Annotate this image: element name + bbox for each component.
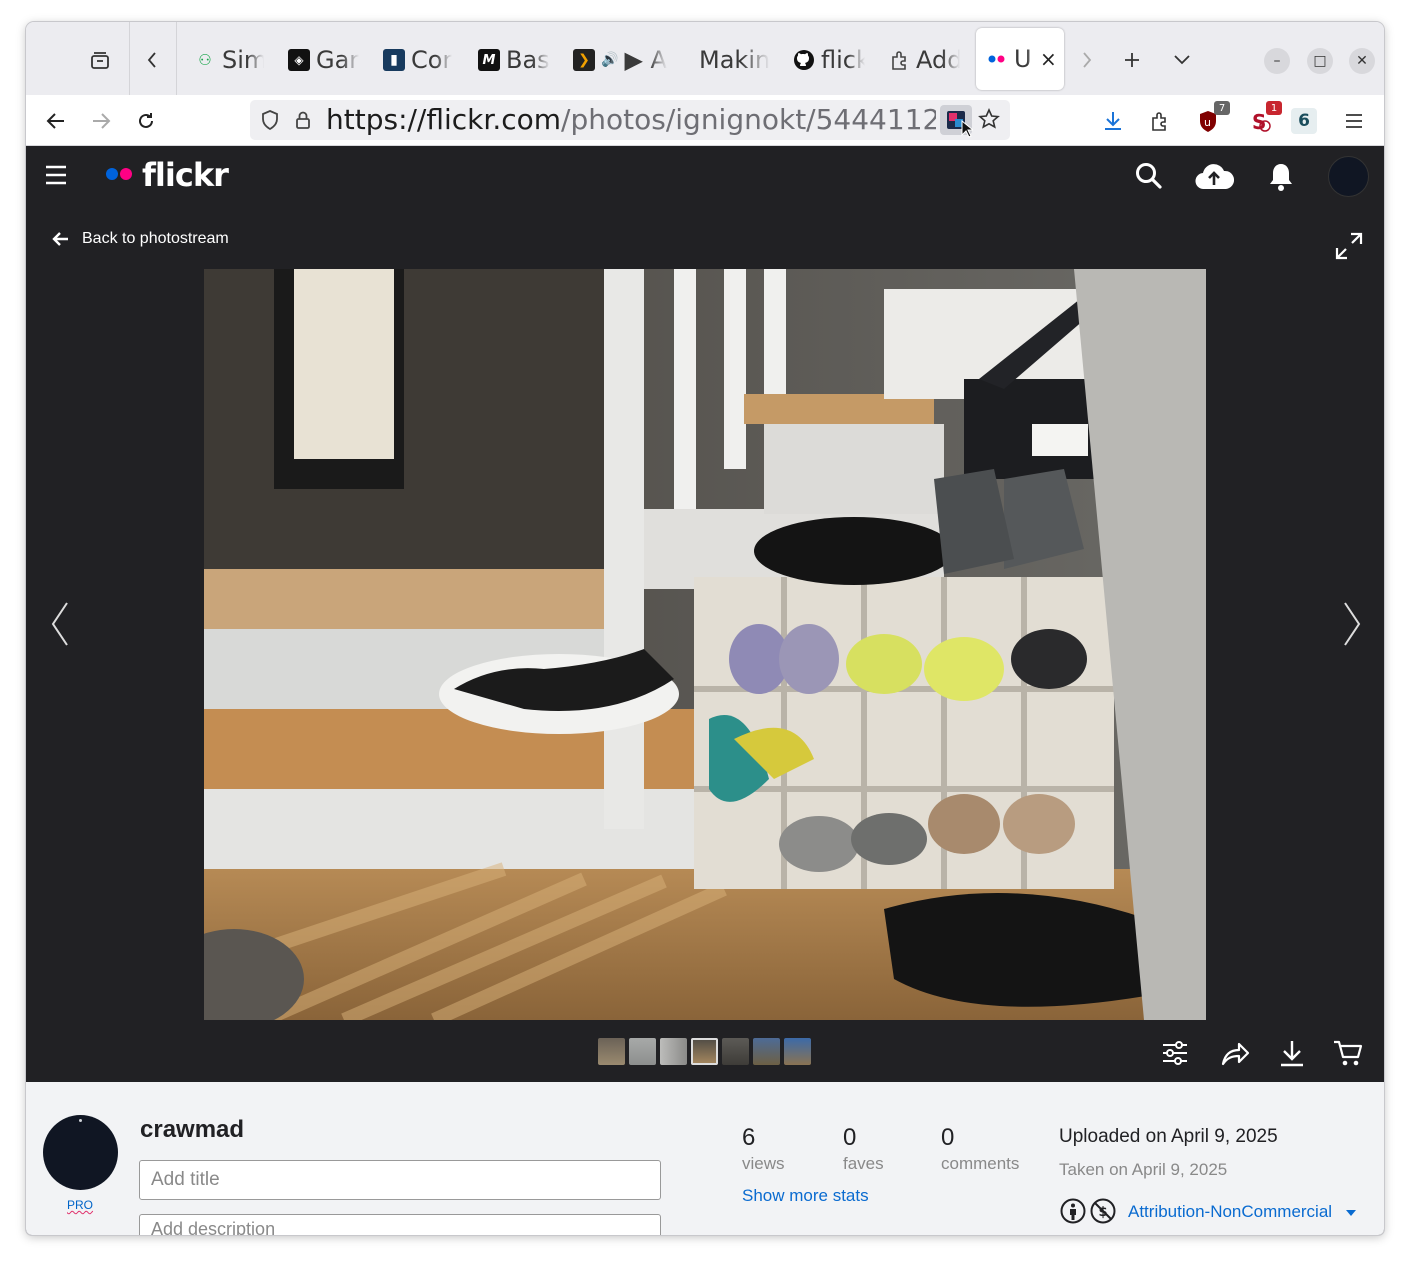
show-more-stats-link[interactable]: Show more stats bbox=[742, 1186, 869, 1206]
navigation-toolbar: https://flickr.com/photos/ignignokt/5444… bbox=[26, 95, 1384, 146]
close-tab-icon[interactable]: × bbox=[1040, 47, 1057, 71]
gitlab-favicon-icon: ⚇ bbox=[198, 51, 212, 69]
confluence-favicon-icon: ▮ bbox=[383, 49, 405, 71]
notifications-bell-icon[interactable] bbox=[1268, 162, 1294, 196]
main-menu-hamburger-icon[interactable] bbox=[44, 164, 68, 190]
upload-cloud-icon[interactable] bbox=[1194, 162, 1235, 194]
add-description-input[interactable]: Add description bbox=[139, 1214, 661, 1235]
m-favicon-icon: M bbox=[478, 49, 500, 71]
main-photo[interactable] bbox=[204, 269, 1206, 1020]
attribution-cc-icon bbox=[1060, 1198, 1086, 1228]
back-to-photostream-link[interactable]: Back to photostream bbox=[50, 230, 229, 248]
flickr-logo[interactable]: flickr bbox=[142, 156, 229, 194]
url-text[interactable]: https://flickr.com/photos/ignignokt/5444… bbox=[326, 103, 936, 137]
account-avatar[interactable] bbox=[1328, 156, 1369, 197]
share-arrow-icon[interactable] bbox=[1220, 1039, 1250, 1071]
download-icon[interactable] bbox=[1278, 1039, 1306, 1071]
svg-text:u: u bbox=[1204, 116, 1211, 129]
ublock-extension-icon[interactable]: u 7 bbox=[1192, 101, 1230, 137]
reload-icon[interactable] bbox=[130, 105, 162, 137]
github-favicon-icon bbox=[793, 49, 815, 71]
tabs-scroll-right-icon[interactable] bbox=[1071, 44, 1103, 76]
app-menu-hamburger-icon[interactable] bbox=[1338, 105, 1370, 137]
extension-red-s-icon[interactable]: S 1 bbox=[1244, 101, 1282, 137]
tab-0[interactable]: ⚇ Simp bbox=[194, 40, 264, 80]
dropdown-caret-icon bbox=[1345, 1210, 1356, 1216]
tab-8-active[interactable]: U × bbox=[976, 28, 1064, 90]
uploaded-date: Uploaded on April 9, 2025 bbox=[1059, 1126, 1278, 1147]
address-bar[interactable]: https://flickr.com/photos/ignignokt/5444… bbox=[250, 100, 1010, 140]
flickr-photo-page: flickr Back to photostream PRO crawmad A… bbox=[26, 146, 1384, 1235]
new-tab-plus-icon[interactable] bbox=[1116, 44, 1148, 76]
back-arrow-icon bbox=[52, 232, 68, 246]
mouse-cursor-icon bbox=[961, 120, 973, 138]
taken-date[interactable]: Taken on April 9, 2025 bbox=[1059, 1160, 1227, 1180]
extension-six-icon[interactable]: 6 bbox=[1291, 108, 1317, 134]
list-tabs-chevron-icon[interactable] bbox=[1166, 44, 1198, 76]
downloads-icon[interactable] bbox=[1097, 105, 1129, 137]
add-title-input[interactable]: Add title bbox=[139, 1160, 661, 1200]
thumbnail-6[interactable] bbox=[753, 1038, 780, 1065]
owner-avatar[interactable] bbox=[43, 1115, 118, 1190]
tab-4[interactable]: ❯ 🔊 ▶ A bbox=[573, 40, 673, 80]
lock-icon[interactable] bbox=[294, 109, 312, 135]
back-arrow-icon[interactable] bbox=[40, 105, 72, 137]
photo-info-panel: PRO crawmad Add title Add description 6 … bbox=[26, 1082, 1384, 1235]
previous-photo-chevron-icon[interactable] bbox=[50, 601, 70, 651]
flickr-header: flickr bbox=[26, 146, 1384, 206]
tabs-scroll-left-icon[interactable] bbox=[136, 44, 168, 76]
close-window-icon[interactable]: ✕ bbox=[1349, 48, 1375, 74]
tab-6[interactable]: flick bbox=[793, 40, 865, 80]
thumbnail-4-current[interactable] bbox=[691, 1038, 718, 1065]
tab-strip: ⚇ Simp ◈ Gar ▮ Cor M Bas ❯ 🔊 ▶ A Makin f… bbox=[26, 22, 1384, 95]
puzzle-favicon-icon bbox=[888, 49, 910, 71]
audio-playing-icon[interactable]: 🔊 bbox=[601, 52, 618, 68]
thumbnail-3[interactable] bbox=[660, 1038, 687, 1065]
browser-window: ⚇ Simp ◈ Gar ▮ Cor M Bas ❯ 🔊 ▶ A Makin f… bbox=[26, 22, 1384, 1235]
plex-favicon-icon: ❯ bbox=[573, 49, 595, 71]
faves-stat: 0 faves bbox=[843, 1124, 884, 1173]
tab-1[interactable]: ◈ Gar bbox=[288, 40, 360, 80]
tab-overview-icon[interactable] bbox=[84, 44, 116, 76]
tracking-shield-icon[interactable] bbox=[260, 109, 280, 135]
shopping-cart-icon[interactable] bbox=[1333, 1039, 1363, 1071]
thumbnail-1[interactable] bbox=[598, 1038, 625, 1065]
svg-text:$: $ bbox=[1099, 1205, 1108, 1220]
tab-5[interactable]: Makin bbox=[699, 40, 771, 80]
thumbnail-2[interactable] bbox=[629, 1038, 656, 1065]
license-dropdown[interactable]: Attribution-NonCommercial bbox=[1128, 1202, 1357, 1222]
photostream-thumbnails bbox=[598, 1038, 811, 1065]
forward-arrow-icon[interactable] bbox=[85, 105, 117, 137]
views-stat: 6 views bbox=[742, 1124, 785, 1173]
edit-adjust-sliders-icon[interactable] bbox=[1161, 1039, 1189, 1071]
pro-badge[interactable]: PRO bbox=[67, 1198, 93, 1212]
garmin-favicon-icon: ◈ bbox=[288, 49, 310, 71]
comments-stat: 0 comments bbox=[941, 1124, 1020, 1173]
flickr-favicon-icon bbox=[986, 48, 1008, 70]
tab-3[interactable]: M Bas bbox=[478, 40, 550, 80]
maximize-icon[interactable]: □ bbox=[1307, 48, 1333, 74]
thumbnail-5[interactable] bbox=[722, 1038, 749, 1065]
owner-username[interactable]: crawmad bbox=[140, 1116, 244, 1144]
minimize-icon[interactable]: – bbox=[1264, 48, 1290, 74]
tab-2[interactable]: ▮ Cor bbox=[383, 40, 455, 80]
noncommercial-cc-icon: $ bbox=[1090, 1198, 1116, 1228]
next-photo-chevron-icon[interactable] bbox=[1342, 601, 1362, 651]
tab-7[interactable]: Add bbox=[888, 40, 960, 80]
fullscreen-expand-icon[interactable] bbox=[1335, 232, 1363, 264]
thumbnail-7[interactable] bbox=[784, 1038, 811, 1065]
extensions-puzzle-icon[interactable] bbox=[1143, 105, 1175, 137]
search-icon[interactable] bbox=[1135, 162, 1163, 194]
bookmark-star-icon[interactable] bbox=[978, 108, 1000, 134]
